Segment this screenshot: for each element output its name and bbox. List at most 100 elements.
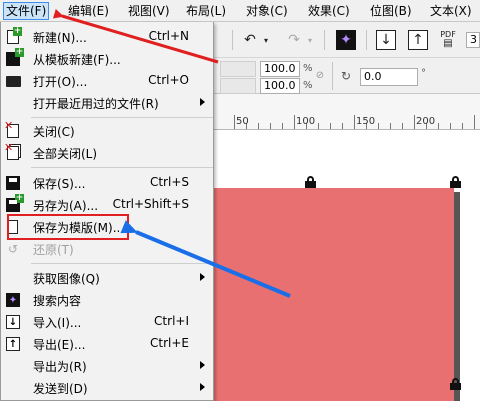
menu-separator [31, 117, 213, 118]
save-as-icon: + [5, 194, 24, 213]
lock-icon[interactable] [450, 176, 461, 188]
submenu-arrow-icon [200, 98, 205, 106]
ruler-tick [378, 123, 379, 129]
menu-item-import[interactable]: ↓ 导入(I)... Ctrl+I [1, 311, 213, 333]
toolbar-separator [232, 30, 233, 50]
scale-x-unit: % [303, 63, 313, 74]
menu-bar: 文件(F) 编辑(E) 视图(V) 布局(L) 对象(C) 效果(C) 位图(B… [0, 0, 480, 22]
menu-item-search-content[interactable]: ✦ 搜索内容 [1, 289, 213, 311]
export-icon: ↑ [5, 336, 21, 352]
redo-icon[interactable]: ↷ [284, 30, 304, 50]
submenu-arrow-icon [200, 383, 205, 391]
obj-width-field[interactable] [220, 61, 256, 77]
ruler-tick [234, 115, 235, 129]
angle-unit: ° [421, 68, 426, 79]
menu-item-shortcut: Ctrl+S [149, 175, 189, 189]
save-icon [5, 175, 21, 191]
menu-item-shortcut: Ctrl+I [154, 314, 189, 328]
menu-item-shortcut: Ctrl+Shift+S [112, 197, 189, 211]
ruler-tick [258, 123, 259, 129]
menu-item-label: 新建(N)... [33, 31, 87, 45]
undo-dropdown-icon[interactable]: ▾ [260, 30, 272, 50]
highlight-box [7, 214, 129, 240]
menu-separator [31, 167, 213, 168]
menu-item-label: 保存(S)... [33, 177, 86, 191]
pos-x-field[interactable]: 3 [466, 32, 480, 48]
folder-open-icon [5, 73, 21, 89]
menu-item-send-to[interactable]: 发送到(D) [1, 377, 213, 399]
lock-ratio-icon[interactable]: ⊘ [314, 68, 326, 82]
menu-item-shortcut: Ctrl+N [148, 29, 189, 43]
rotation-angle-field[interactable]: 0.0 [360, 68, 418, 86]
ruler-tick [474, 115, 475, 129]
property-bar: 100.0 100.0 % % ⊘ ↻ 0.0 ° [214, 58, 480, 94]
ruler-label: 50 [236, 116, 249, 127]
lock-icon[interactable] [450, 378, 461, 390]
menu-item-close[interactable]: ✕ 关闭(C) [1, 120, 213, 142]
horizontal-ruler[interactable]: 50 100 150 200 [214, 94, 480, 130]
ruler-tick [402, 123, 403, 129]
menu-item-save-as[interactable]: + 另存为(A)... Ctrl+Shift+S [1, 194, 213, 216]
menu-item-new[interactable]: + 新建(N)... Ctrl+N [1, 26, 213, 48]
scale-y-field[interactable]: 100.0 [260, 78, 300, 94]
ruler-tick [390, 123, 391, 129]
menu-bitmap[interactable]: 位图(B) [368, 2, 414, 20]
ruler-tick [354, 115, 355, 129]
ruler-tick [342, 123, 343, 129]
lock-icon[interactable] [305, 176, 316, 188]
obj-height-field[interactable] [220, 78, 256, 94]
redo-dropdown-icon[interactable]: ▾ [304, 30, 316, 50]
close-all-icon: ✕ [4, 142, 21, 161]
menu-item-close-all[interactable]: ✕ 全部关闭(L) [1, 142, 213, 164]
menu-item-export-as[interactable]: 导出为(R) [1, 355, 213, 377]
ruler-tick [438, 123, 439, 129]
toolbar-separator [332, 62, 333, 90]
menu-item-label: 全部关闭(L) [33, 147, 98, 161]
menu-effects[interactable]: 效果(C) [306, 2, 352, 20]
toolbar-separator [366, 30, 367, 50]
ruler-label: 200 [416, 116, 436, 127]
import-icon: ↓ [5, 314, 21, 330]
menu-item-label: 从模板新建(F)... [33, 53, 121, 67]
menu-item-open-recent[interactable]: 打开最近用过的文件(R) [1, 92, 213, 114]
menu-item-label: 还原(T) [33, 243, 74, 257]
menu-object[interactable]: 对象(C) [244, 2, 290, 20]
pdf-export-icon[interactable]: PDF ▤ [436, 28, 460, 50]
menu-item-save[interactable]: 保存(S)... Ctrl+S [1, 172, 213, 194]
page-shadow [454, 192, 460, 401]
menu-item-revert: ↺ 还原(T) [1, 238, 213, 260]
menu-item-label: 导入(I)... [33, 316, 82, 330]
undo-icon[interactable]: ↶ [240, 30, 260, 50]
menu-layout[interactable]: 布局(L) [184, 2, 228, 20]
submenu-arrow-icon [200, 273, 205, 281]
new-document-icon: + [5, 27, 22, 45]
selected-rectangle[interactable] [214, 188, 454, 401]
menu-view[interactable]: 视图(V) [126, 2, 172, 20]
ruler-tick [450, 123, 451, 129]
menu-separator [31, 263, 213, 264]
standard-toolbar: ↶ ▾ ↷ ▾ ✦ ↓ ↑ PDF ▤ 3 [214, 22, 480, 58]
menu-item-label: 导出为(R) [33, 360, 87, 374]
ruler-label: 150 [356, 116, 376, 127]
menu-item-label: 打开最近用过的文件(R) [33, 97, 159, 111]
import-icon[interactable]: ↓ [376, 30, 396, 50]
ruler-tick [294, 115, 295, 129]
menu-item-acquire-image[interactable]: 获取图像(Q) [1, 267, 213, 289]
menu-edit[interactable]: 编辑(E) [66, 2, 111, 20]
export-icon[interactable]: ↑ [408, 30, 428, 50]
menu-item-new-from-template[interactable]: + 从模板新建(F)... [1, 48, 213, 70]
menu-file[interactable]: 文件(F) [3, 2, 50, 20]
menu-item-label: 发送到(D) [33, 382, 88, 396]
template-icon: + [5, 48, 24, 67]
rotate-icon: ↻ [340, 69, 352, 83]
search-content-icon[interactable]: ✦ [336, 30, 356, 50]
submenu-arrow-icon [200, 361, 205, 369]
menu-item-export[interactable]: ↑ 导出(E)... Ctrl+E [1, 333, 213, 355]
file-menu-dropdown: + 新建(N)... Ctrl+N + 从模板新建(F)... 打开(O)...… [0, 22, 214, 401]
ruler-tick [462, 123, 463, 129]
menu-item-label: 获取图像(Q) [33, 272, 100, 286]
menu-text[interactable]: 文本(X) [428, 2, 474, 20]
menu-item-label: 关闭(C) [33, 125, 75, 139]
scale-x-field[interactable]: 100.0 [260, 61, 300, 77]
menu-item-open[interactable]: 打开(O)... Ctrl+O [1, 70, 213, 92]
